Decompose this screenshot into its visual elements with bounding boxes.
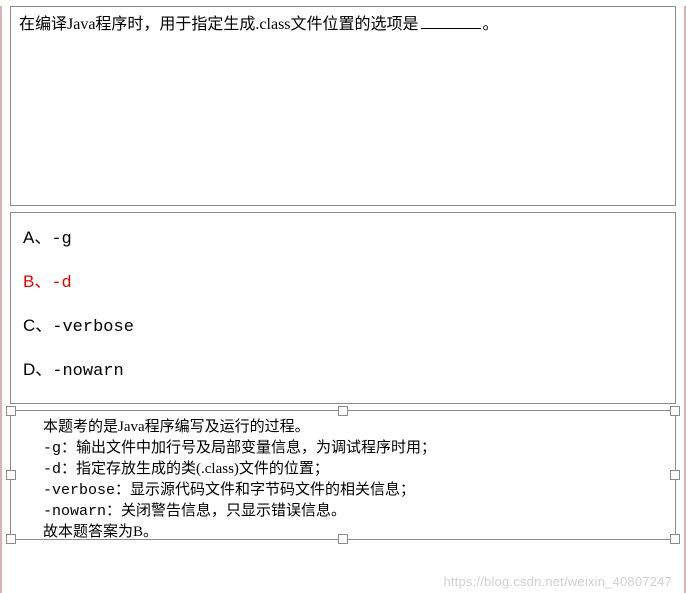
option-d[interactable]: D、-nowarn: [23, 359, 663, 383]
option-value: -d: [51, 274, 71, 293]
flag-d-desc: 指定存放生成的类(.class)文件的位置；: [76, 461, 329, 477]
resize-handle-top-center[interactable]: [338, 406, 348, 416]
flag-nowarn-desc: 关闭警告信息，只显示错误信息。: [121, 503, 346, 519]
explanation-text: 本题考的是Java程序编写及运行的过程。 -g：输出文件中加行号及局部变量信息，…: [17, 417, 669, 543]
flag-nowarn: -nowarn：: [43, 503, 121, 520]
resize-handle-top-left[interactable]: [6, 406, 16, 416]
question-text: 在编译Java程序时，用于指定生成.class文件位置的选项是 。: [19, 13, 667, 37]
resize-handle-bottom-right[interactable]: [670, 534, 680, 544]
flag-g-desc: 输出文件中加行号及局部变量信息，为调试程序时用；: [76, 440, 436, 456]
question-section: 在编译Java程序时，用于指定生成.class文件位置的选项是 。: [10, 6, 676, 206]
question-suffix: 。: [483, 16, 499, 33]
flag-d: -d：: [43, 461, 76, 478]
explain-line-2: -g：输出文件中加行号及局部变量信息，为调试程序时用；: [43, 438, 663, 459]
resize-handle-left-center[interactable]: [6, 470, 16, 480]
option-value: -nowarn: [52, 362, 123, 381]
explain-line-5: -nowarn：关闭警告信息，只显示错误信息。: [43, 501, 663, 522]
resize-handle-bottom-left[interactable]: [6, 534, 16, 544]
resize-handle-bottom-center[interactable]: [338, 534, 348, 544]
explain-line-6: 故本题答案为B。: [43, 522, 663, 543]
flag-verbose: -verbose：: [43, 482, 130, 499]
option-label: C、: [23, 316, 52, 335]
option-label: B、: [23, 272, 51, 291]
option-c[interactable]: C、-verbose: [23, 315, 663, 339]
option-label: A、: [23, 228, 51, 247]
option-value: -g: [51, 230, 71, 249]
options-section: A、-g B、-d C、-verbose D、-nowarn: [10, 212, 676, 404]
explanation-section[interactable]: 本题考的是Java程序编写及运行的过程。 -g：输出文件中加行号及局部变量信息，…: [10, 410, 676, 540]
flag-g: -g：: [43, 440, 76, 457]
option-a[interactable]: A、-g: [23, 227, 663, 251]
explain-line-1: 本题考的是Java程序编写及运行的过程。: [43, 417, 663, 438]
resize-handle-top-right[interactable]: [670, 406, 680, 416]
explain-line-4: -verbose：显示源代码文件和字节码文件的相关信息；: [43, 480, 663, 501]
flag-verbose-desc: 显示源代码文件和字节码文件的相关信息；: [130, 482, 415, 498]
page-frame: 在编译Java程序时，用于指定生成.class文件位置的选项是 。 A、-g B、…: [0, 6, 686, 593]
fill-blank: [421, 15, 481, 29]
explain-line-3: -d：指定存放生成的类(.class)文件的位置；: [43, 459, 663, 480]
option-b[interactable]: B、-d: [23, 271, 663, 295]
resize-handle-right-center[interactable]: [670, 470, 680, 480]
option-value: -verbose: [52, 318, 134, 337]
option-label: D、: [23, 360, 52, 379]
question-prefix: 在编译Java程序时，用于指定生成.class文件位置的选项是: [19, 16, 419, 33]
